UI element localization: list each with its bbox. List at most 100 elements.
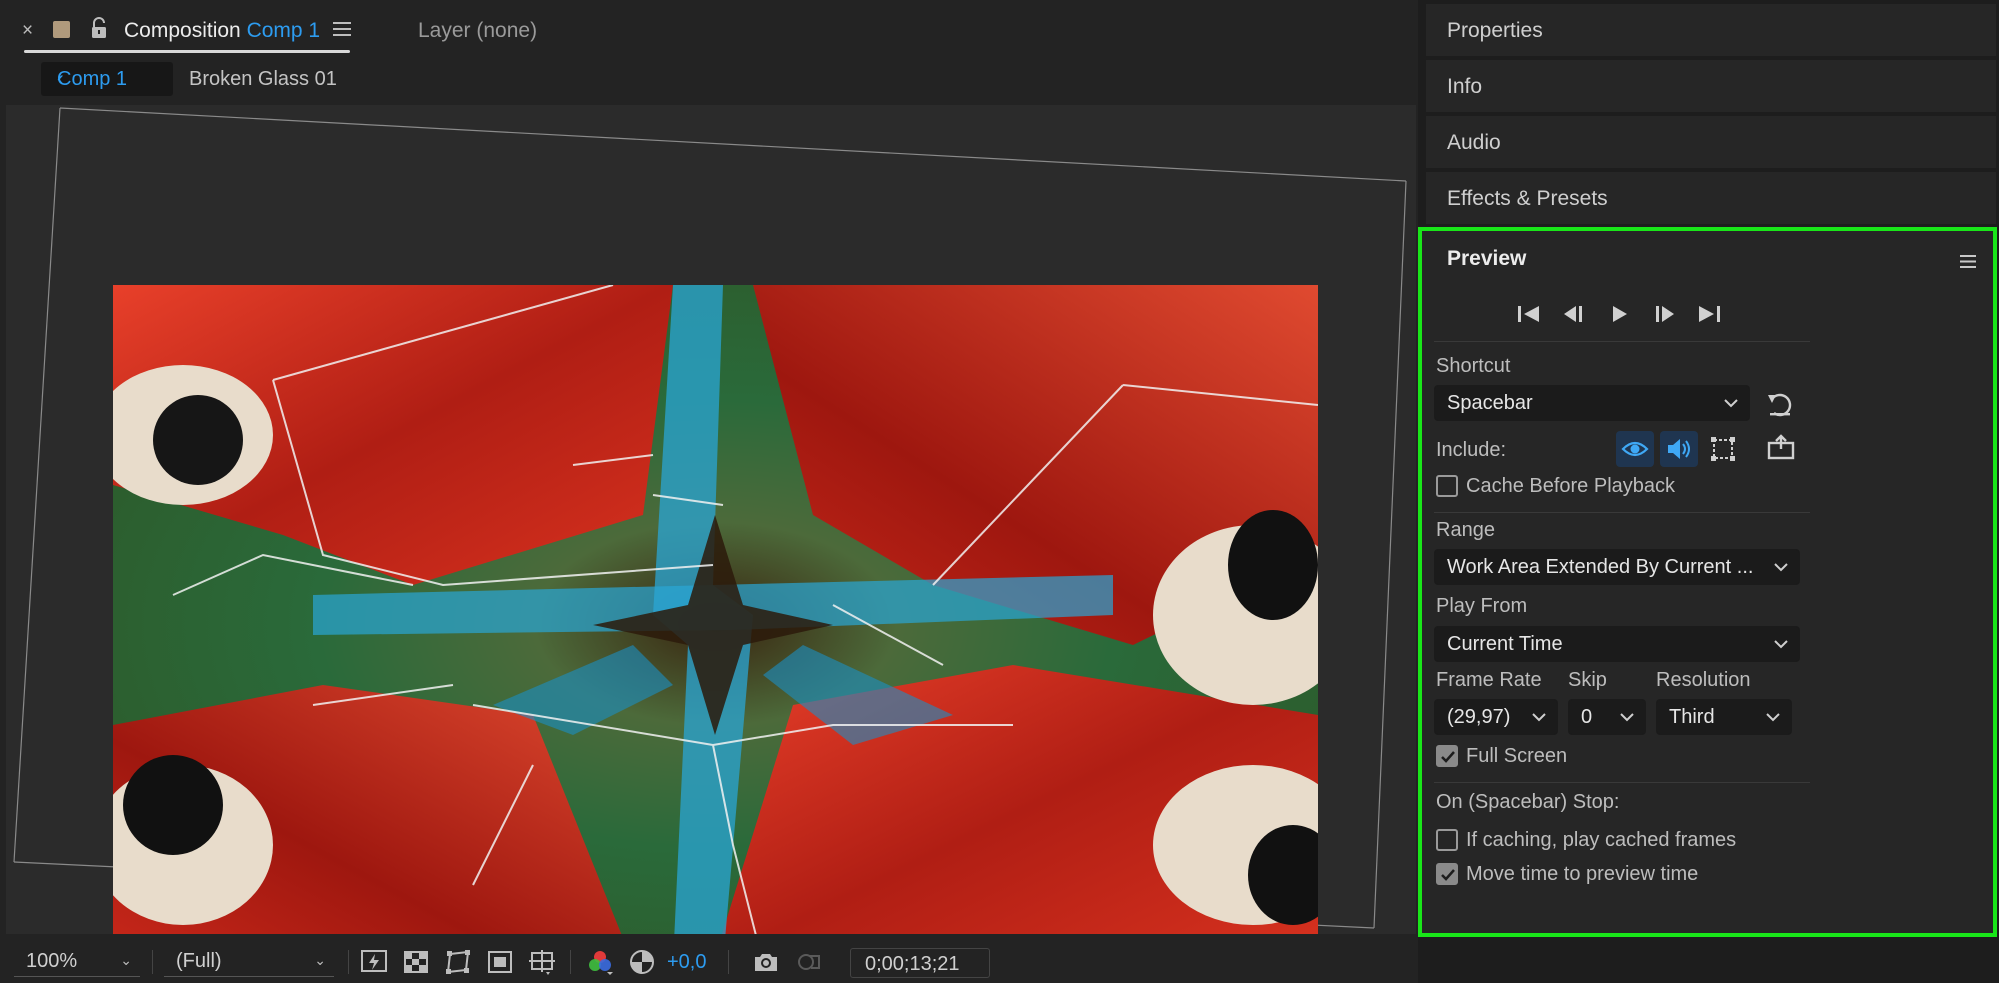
breadcrumb-next-comp[interactable]: Broken Glass 01 <box>189 68 337 91</box>
resolution-label: Resolution <box>1656 669 1751 691</box>
frame-rate-label: Frame Rate <box>1436 669 1542 691</box>
include-audio-toggle[interactable] <box>1660 431 1698 467</box>
cache-before-playback-label: Cache Before Playback <box>1466 475 1676 497</box>
panel-menu-icon[interactable] <box>1960 255 1976 268</box>
play-from-label: Play From <box>1436 595 1528 617</box>
audio-panel-header[interactable]: Audio <box>1426 116 1996 168</box>
resolution-dropdown[interactable]: Third <box>1656 699 1792 735</box>
preview-panel: Preview Shortcut Spacebar Include: Cache… <box>1418 227 1997 937</box>
chevron-down-icon <box>1774 640 1788 649</box>
chevron-down-icon: ⌄ <box>314 952 326 968</box>
timecode-value: 0;00;13;21 <box>865 953 960 975</box>
layer-tab[interactable]: Layer (none) <box>418 19 537 43</box>
unlock-icon[interactable] <box>90 17 108 39</box>
composition-tab-bar: × Composition Comp 1 Layer (none) <box>0 0 1418 56</box>
shortcut-dropdown[interactable]: Spacebar <box>1434 385 1750 421</box>
reset-exposure-icon[interactable] <box>628 948 656 976</box>
info-panel-header[interactable]: Info <box>1426 60 1996 112</box>
region-of-interest-icon[interactable] <box>486 948 514 976</box>
chevron-down-icon: ⌄ <box>120 952 132 968</box>
skip-value: 0 <box>1581 706 1593 728</box>
fast-previews-icon[interactable] <box>360 948 388 976</box>
active-tab-indicator <box>24 50 350 53</box>
include-overlays-toggle[interactable] <box>1704 431 1742 467</box>
if-caching-checkbox[interactable] <box>1436 829 1458 851</box>
current-time-display[interactable]: 0;00;13;21 <box>850 948 990 978</box>
play-from-dropdown[interactable]: Current Time <box>1434 626 1800 662</box>
close-tab-icon[interactable]: × <box>22 20 33 42</box>
breadcrumb-active-comp[interactable]: Comp 1 ‹ <box>41 62 173 96</box>
move-time-checkbox[interactable] <box>1436 863 1458 885</box>
frame-rate-value: (29,97) <box>1447 706 1511 728</box>
range-dropdown[interactable]: Work Area Extended By Current ... <box>1434 549 1800 585</box>
zoom-value: 100% <box>26 950 78 972</box>
cache-before-playback-checkbox[interactable] <box>1436 475 1458 497</box>
toolbar-divider <box>348 950 349 974</box>
checkmark-icon <box>1441 869 1455 881</box>
toolbar-divider <box>152 950 153 974</box>
next-frame-icon[interactable] <box>1649 301 1679 327</box>
audio-panel-title: Audio <box>1447 131 1501 154</box>
divider <box>1434 512 1810 513</box>
speaker-icon <box>1668 439 1690 459</box>
kaleidoscope-parrot-image <box>113 285 1318 934</box>
resolution-select[interactable]: (Full) ⌄ <box>164 947 334 977</box>
toolbar-divider <box>728 950 729 974</box>
resolution-value: (Full) <box>176 950 222 972</box>
include-video-toggle[interactable] <box>1616 431 1654 467</box>
eye-icon <box>1621 441 1649 457</box>
skip-label: Skip <box>1568 669 1607 691</box>
grid-guides-icon[interactable] <box>528 948 556 976</box>
frame-rate-dropdown[interactable]: (29,97) <box>1434 699 1558 735</box>
previous-frame-icon[interactable] <box>1559 301 1589 327</box>
properties-panel-title: Properties <box>1447 19 1543 42</box>
on-stop-label: On (Spacebar) Stop: <box>1436 791 1620 813</box>
reset-icon[interactable] <box>1766 391 1796 419</box>
zoom-select[interactable]: 100% ⌄ <box>14 947 140 977</box>
overlay-bounds-icon <box>1711 437 1735 461</box>
full-screen-checkbox[interactable] <box>1436 745 1458 767</box>
chevron-left-icon: ‹ <box>57 68 64 90</box>
chevron-down-icon <box>1766 713 1780 722</box>
if-caching-label: If caching, play cached frames <box>1466 829 1737 851</box>
footage-frame <box>113 285 1318 934</box>
toolbar-divider <box>570 950 571 974</box>
checkmark-icon <box>1441 751 1455 763</box>
mask-visibility-icon[interactable] <box>444 948 472 976</box>
exposure-value[interactable]: +0,0 <box>667 951 706 974</box>
properties-panel-header[interactable]: Properties <box>1426 4 1996 56</box>
composition-viewer[interactable] <box>6 105 1416 934</box>
composition-tab-prefix: Composition <box>124 19 241 42</box>
composition-panel: × Composition Comp 1 Layer (none) Comp 1… <box>0 0 1418 983</box>
divider <box>1434 782 1810 783</box>
resolution-value: Third <box>1669 706 1715 728</box>
skip-dropdown[interactable]: 0 <box>1568 699 1646 735</box>
chevron-down-icon <box>1532 713 1546 722</box>
chevron-down-icon <box>1724 399 1738 408</box>
show-snapshot-icon[interactable] <box>794 948 822 976</box>
preview-panel-title: Preview <box>1447 247 1527 270</box>
label-color-swatch[interactable] <box>53 21 70 38</box>
panel-menu-icon[interactable] <box>333 22 351 36</box>
last-frame-icon[interactable] <box>1694 301 1724 327</box>
composition-tab-name: Comp 1 <box>246 19 321 42</box>
range-value: Work Area Extended By Current ... <box>1447 556 1754 578</box>
transparency-grid-icon[interactable] <box>402 948 430 976</box>
play-from-value: Current Time <box>1447 633 1563 655</box>
info-panel-title: Info <box>1447 75 1483 98</box>
snapshot-camera-icon[interactable] <box>752 948 780 976</box>
color-channels-icon[interactable] <box>586 948 614 976</box>
include-label: Include: <box>1436 439 1507 461</box>
viewer-toolbar: 100% ⌄ (Full) ⌄ +0,0 0;00;13;21 <box>0 940 1418 983</box>
full-screen-label: Full Screen <box>1466 745 1568 767</box>
composition-tab[interactable]: Composition Comp 1 <box>124 19 320 43</box>
first-frame-icon[interactable] <box>1514 301 1544 327</box>
move-time-label: Move time to preview time <box>1466 863 1699 885</box>
play-icon[interactable] <box>1604 301 1634 327</box>
range-label: Range <box>1436 519 1495 541</box>
effects-presets-panel-header[interactable]: Effects & Presets <box>1426 172 1996 224</box>
export-preview-icon[interactable] <box>1766 433 1796 461</box>
shortcut-label: Shortcut <box>1436 355 1511 377</box>
shortcut-value: Spacebar <box>1447 392 1533 414</box>
divider <box>1434 341 1810 342</box>
